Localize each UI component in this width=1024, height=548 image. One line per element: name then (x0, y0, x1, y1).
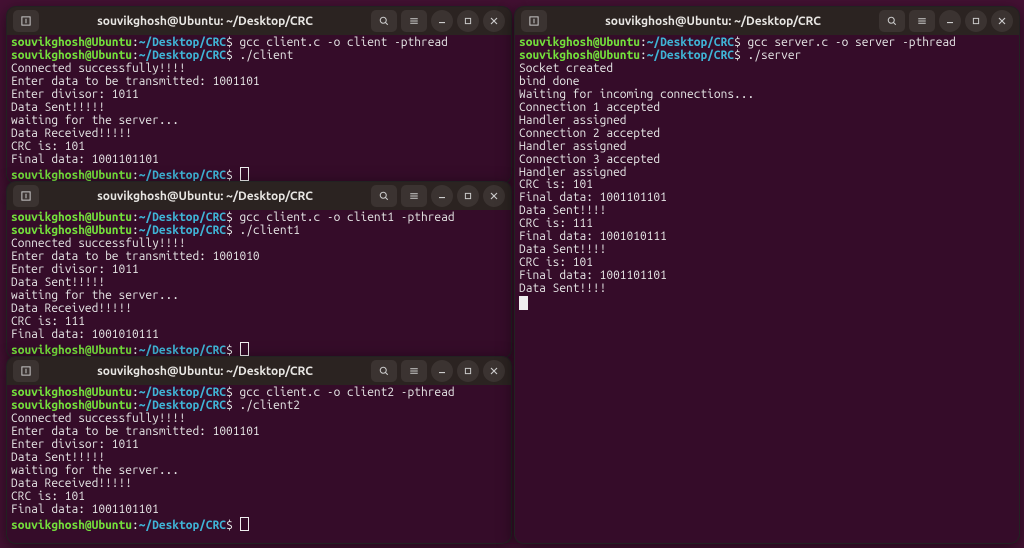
close-button[interactable] (483, 10, 505, 32)
window-title: souvikghosh@Ubuntu: ~/Desktop/CRC (43, 365, 367, 378)
new-tab-button[interactable] (13, 185, 39, 207)
command-line: ./client1 (240, 224, 300, 237)
minimize-button[interactable] (431, 185, 453, 207)
command-line: gcc client.c -o client2 -pthread (240, 386, 455, 399)
titlebar-1[interactable]: souvikghosh@Ubuntu: ~/Desktop/CRC (7, 7, 511, 35)
new-tab-button[interactable] (13, 10, 39, 32)
terminal-output: Connected successfully!!!! Enter data to… (11, 237, 260, 341)
terminal-window-4: souvikghosh@Ubuntu: ~/Desktop/CRC souvik… (514, 6, 1020, 544)
terminal-content-4[interactable]: souvikghosh@Ubuntu:~/Desktop/CRC$ gcc se… (515, 35, 1019, 316)
search-button[interactable] (371, 185, 397, 207)
minimize-button[interactable] (939, 10, 961, 32)
new-tab-button[interactable] (521, 10, 547, 32)
close-button[interactable] (991, 10, 1013, 32)
terminal-output: Connected successfully!!!! Enter data to… (11, 412, 260, 516)
search-button[interactable] (371, 10, 397, 32)
terminal-window-3: souvikghosh@Ubuntu: ~/Desktop/CRC souvik… (6, 356, 512, 544)
command-line: ./client2 (240, 399, 300, 412)
window-title: souvikghosh@Ubuntu: ~/Desktop/CRC (551, 15, 875, 28)
minimize-button[interactable] (431, 10, 453, 32)
menu-button[interactable] (909, 10, 935, 32)
window-title: souvikghosh@Ubuntu: ~/Desktop/CRC (43, 15, 367, 28)
menu-button[interactable] (401, 185, 427, 207)
close-button[interactable] (483, 185, 505, 207)
window-title: souvikghosh@Ubuntu: ~/Desktop/CRC (43, 190, 367, 203)
maximize-button[interactable] (457, 360, 479, 382)
minimize-button[interactable] (431, 360, 453, 382)
maximize-button[interactable] (965, 10, 987, 32)
command-line: gcc client.c -o client -pthread (240, 36, 448, 49)
prompt-user: souvikghosh@Ubuntu (11, 36, 132, 49)
terminal-output: Socket created bind done Waiting for inc… (519, 62, 754, 295)
menu-button[interactable] (401, 10, 427, 32)
menu-button[interactable] (401, 360, 427, 382)
command-line: gcc server.c -o server -pthread (748, 36, 956, 49)
maximize-button[interactable] (457, 185, 479, 207)
new-tab-button[interactable] (13, 360, 39, 382)
terminal-content-1[interactable]: souvikghosh@Ubuntu:~/Desktop/CRC$ gcc cl… (7, 35, 511, 184)
terminal-window-2: souvikghosh@Ubuntu: ~/Desktop/CRC souvik… (6, 181, 512, 359)
cursor (240, 342, 249, 356)
maximize-button[interactable] (457, 10, 479, 32)
close-button[interactable] (483, 360, 505, 382)
search-button[interactable] (879, 10, 905, 32)
terminal-output: Connected successfully!!!! Enter data to… (11, 62, 260, 166)
titlebar-2[interactable]: souvikghosh@Ubuntu: ~/Desktop/CRC (7, 182, 511, 210)
prompt-path: ~/Desktop/CRC (139, 36, 226, 49)
cursor (519, 296, 528, 310)
titlebar-4[interactable]: souvikghosh@Ubuntu: ~/Desktop/CRC (515, 7, 1019, 35)
cursor (240, 517, 249, 531)
terminal-window-1: souvikghosh@Ubuntu: ~/Desktop/CRC souvik… (6, 6, 512, 184)
command-line: gcc client.c -o client1 -pthread (240, 211, 455, 224)
search-button[interactable] (371, 360, 397, 382)
terminal-content-2[interactable]: souvikghosh@Ubuntu:~/Desktop/CRC$ gcc cl… (7, 210, 511, 359)
cursor (240, 167, 249, 181)
command-line: ./server (748, 49, 802, 62)
terminal-content-3[interactable]: souvikghosh@Ubuntu:~/Desktop/CRC$ gcc cl… (7, 385, 511, 536)
command-line: ./client (240, 49, 294, 62)
titlebar-3[interactable]: souvikghosh@Ubuntu: ~/Desktop/CRC (7, 357, 511, 385)
